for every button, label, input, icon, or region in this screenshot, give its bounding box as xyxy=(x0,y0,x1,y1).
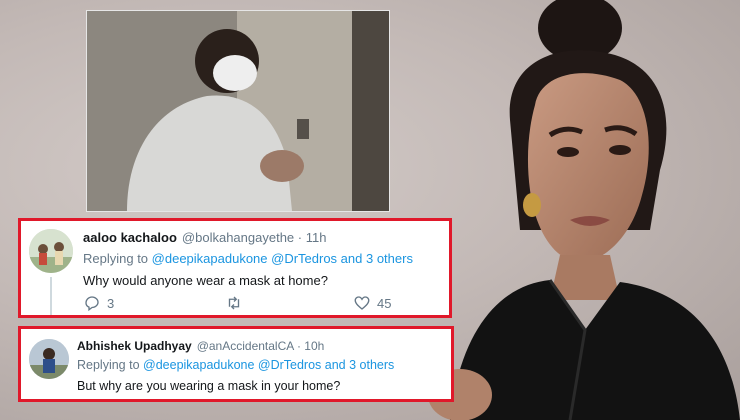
replying-to: Replying to @deepikapadukone @DrTedros a… xyxy=(83,251,413,266)
thread-line xyxy=(50,277,52,315)
display-name[interactable]: Abhishek Upadhyay xyxy=(77,339,192,353)
timestamp[interactable]: · 10h xyxy=(297,339,324,353)
reply-count: 3 xyxy=(107,295,115,311)
handle[interactable]: @anAccidentalCA xyxy=(197,339,294,353)
handle[interactable]: @bolkahangayethe xyxy=(182,230,294,245)
heart-icon xyxy=(354,296,370,310)
avatar[interactable] xyxy=(29,229,73,273)
like-button[interactable]: 45 xyxy=(353,294,391,312)
tweet-header: aaloo kachaloo @bolkahangayethe · 11h xyxy=(83,230,326,245)
replying-prefix: Replying to xyxy=(83,251,149,266)
avatar-image xyxy=(29,339,69,379)
retweet-icon xyxy=(228,296,240,310)
avatar-image xyxy=(29,229,73,273)
retweet-button[interactable] xyxy=(225,294,249,312)
tweet-card[interactable]: Abhishek Upadhyay @anAccidentalCA · 10h R… xyxy=(18,326,454,402)
video-still[interactable] xyxy=(86,10,390,212)
reply-button[interactable]: 3 xyxy=(83,294,114,312)
tweet-text: Why would anyone wear a mask at home? xyxy=(83,273,328,288)
display-name[interactable]: aaloo kachaloo xyxy=(83,230,177,245)
mention-links[interactable]: @deepikapadukone @DrTedros and 3 others xyxy=(152,251,413,266)
video-frame-image xyxy=(87,11,389,211)
portrait-image xyxy=(428,0,740,420)
replying-to: Replying to @deepikapadukone @DrTedros a… xyxy=(77,358,394,372)
reply-icon xyxy=(85,296,99,312)
tweet-header: Abhishek Upadhyay @anAccidentalCA · 10h xyxy=(77,339,324,353)
replying-prefix: Replying to xyxy=(77,358,140,372)
mention-links[interactable]: @deepikapadukone @DrTedros and 3 others xyxy=(143,358,394,372)
tweet-text: But why are you wearing a mask in your h… xyxy=(77,379,341,393)
tweet-actions: 3 45 xyxy=(83,294,413,314)
avatar[interactable] xyxy=(29,339,69,379)
timestamp[interactable]: · 11h xyxy=(298,230,327,245)
tweet-card[interactable]: aaloo kachaloo @bolkahangayethe · 11h Rep… xyxy=(18,218,452,318)
like-count: 45 xyxy=(377,295,392,311)
